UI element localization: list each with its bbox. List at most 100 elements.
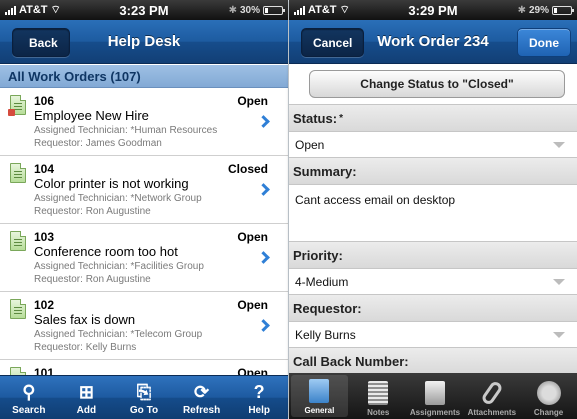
bluetooth-icon: ✱	[228, 4, 237, 16]
search-label: Search	[12, 405, 46, 416]
order-status: Open	[237, 94, 268, 108]
requestor: Requestor: Kelly Burns	[34, 342, 137, 353]
battery-percent: 30%	[239, 4, 260, 16]
help-icon: ?	[253, 382, 265, 402]
tab-label: Change	[533, 408, 564, 417]
search-button[interactable]: ⚲ Search	[0, 376, 58, 419]
tab-bar: General Notes Assignments Attachments Ch…	[289, 373, 577, 419]
requestor: Requestor: James Goodman	[34, 138, 162, 149]
status-bar: AT&T ⌔ 3:29 PM ✱ 29%	[289, 0, 577, 20]
order-title: Conference room too hot	[34, 244, 178, 259]
work-order-row[interactable]: 106 Open Employee New Hire Assigned Tech…	[0, 88, 288, 156]
chevron-right-icon[interactable]	[257, 251, 270, 264]
add-button[interactable]: ⊞ Add	[58, 376, 116, 419]
help-label: Help	[248, 405, 270, 416]
battery-icon	[552, 5, 574, 15]
requestor: Requestor: Ron Augustine	[34, 274, 151, 285]
work-order-row[interactable]: 103 Open Conference room too hot Assigne…	[0, 224, 288, 292]
status-bar: AT&T ⌔ 3:23 PM ✱ 30%	[0, 0, 288, 20]
tab-label: Notes	[367, 408, 390, 417]
signal-icon	[5, 5, 16, 15]
goto-button[interactable]: ⎘ Go To	[115, 376, 173, 419]
general-icon	[309, 379, 330, 403]
battery-fill	[554, 7, 558, 13]
help-button[interactable]: ? Help	[230, 376, 288, 419]
work-order-row[interactable]: 102 Open Sales fax is down Assigned Tech…	[0, 292, 288, 360]
chevron-right-icon[interactable]	[257, 319, 270, 332]
tab-assignments[interactable]: Assignments	[407, 373, 464, 419]
bluetooth-icon: ✱	[517, 4, 526, 16]
change-icon	[536, 381, 561, 405]
order-title: Employee New Hire	[34, 108, 149, 123]
work-order-row[interactable]: 104 Closed Color printer is not working …	[0, 156, 288, 224]
carrier-name: AT&T	[308, 4, 337, 16]
wifi-icon: ⌔	[339, 4, 350, 16]
back-button[interactable]: Back	[12, 28, 70, 57]
nav-bar: Cancel Work Order 234 Done	[289, 20, 577, 64]
section-header: All Work Orders (107)	[0, 65, 288, 88]
order-number: 104	[34, 162, 55, 176]
goto-icon: ⎘	[136, 382, 152, 402]
done-button[interactable]: Done	[517, 28, 571, 57]
callback-label: Call Back Number:	[289, 347, 577, 373]
assigned-technician: Assigned Technician: *Telecom Group	[34, 329, 203, 340]
refresh-icon: ⟳	[194, 382, 210, 402]
summary-label: Summary:	[289, 157, 577, 185]
status-label: Status: *	[289, 104, 577, 132]
priority-label: Priority:	[289, 241, 577, 269]
chevron-right-icon[interactable]	[257, 115, 270, 128]
requestor-select[interactable]: Kelly Burns	[289, 322, 577, 347]
tab-label: Assignments	[409, 408, 461, 417]
page-title: Work Order 234	[377, 33, 489, 50]
requestor: Requestor: Ron Augustine	[34, 206, 151, 217]
add-label: Add	[76, 405, 97, 416]
assignments-icon	[424, 381, 445, 405]
refresh-button[interactable]: ⟳ Refresh	[173, 376, 231, 419]
work-order-form: Status: * Open Summary: Cant access email…	[289, 104, 577, 373]
order-number: 102	[34, 298, 55, 312]
carrier-info: AT&T ⌔	[294, 3, 384, 17]
chevron-right-icon[interactable]	[257, 183, 270, 196]
wifi-icon: ⌔	[50, 4, 61, 16]
order-number: 103	[34, 230, 55, 244]
carrier-name: AT&T	[19, 4, 48, 16]
status-select[interactable]: Open	[289, 132, 577, 157]
battery-percent: 29%	[528, 4, 549, 16]
tab-general[interactable]: General	[291, 375, 348, 417]
notes-icon	[368, 381, 389, 405]
bottom-toolbar: ⚲ Search ⊞ Add ⎘ Go To ⟳ Refresh ? Help	[0, 375, 288, 419]
required-marker: *	[339, 112, 343, 124]
priority-value: 4-Medium	[295, 274, 349, 289]
refresh-label: Refresh	[182, 405, 221, 416]
battery-fill	[265, 7, 269, 13]
add-icon: ⊞	[78, 382, 94, 402]
change-status-button[interactable]: Change Status to "Closed"	[309, 70, 565, 98]
signal-icon	[294, 5, 305, 15]
summary-field[interactable]: Cant access email on desktop	[289, 185, 577, 241]
document-icon	[10, 231, 26, 251]
cancel-button[interactable]: Cancel	[301, 28, 365, 57]
order-status: Open	[237, 298, 268, 312]
battery-info: ✱ 29%	[482, 4, 574, 16]
chevron-down-icon	[553, 279, 565, 285]
nav-bar: Back Help Desk	[0, 20, 288, 64]
tab-attachments[interactable]: Attachments	[463, 373, 520, 419]
order-title: Color printer is not working	[34, 176, 189, 191]
order-status: Closed	[227, 162, 268, 176]
clock: 3:29 PM	[408, 2, 458, 18]
battery-icon	[263, 5, 285, 15]
document-icon	[8, 95, 26, 116]
chevron-down-icon	[553, 332, 565, 338]
order-title: Sales fax is down	[34, 312, 136, 327]
tab-notes[interactable]: Notes	[350, 373, 407, 419]
page-title: Help Desk	[107, 33, 181, 50]
work-order-screen: AT&T ⌔ 3:29 PM ✱ 29% Cancel Work Order 2…	[289, 0, 577, 419]
assigned-technician: Assigned Technician: *Network Group	[34, 193, 202, 204]
back-button-label: Back	[29, 35, 58, 50]
work-order-row[interactable]: 101 Open	[0, 360, 288, 376]
status-value: Open	[295, 137, 325, 152]
requestor-value: Kelly Burns	[295, 327, 356, 342]
tab-change[interactable]: Change	[520, 373, 577, 419]
work-order-list: 106 Open Employee New Hire Assigned Tech…	[0, 88, 288, 376]
priority-select[interactable]: 4-Medium	[289, 269, 577, 294]
